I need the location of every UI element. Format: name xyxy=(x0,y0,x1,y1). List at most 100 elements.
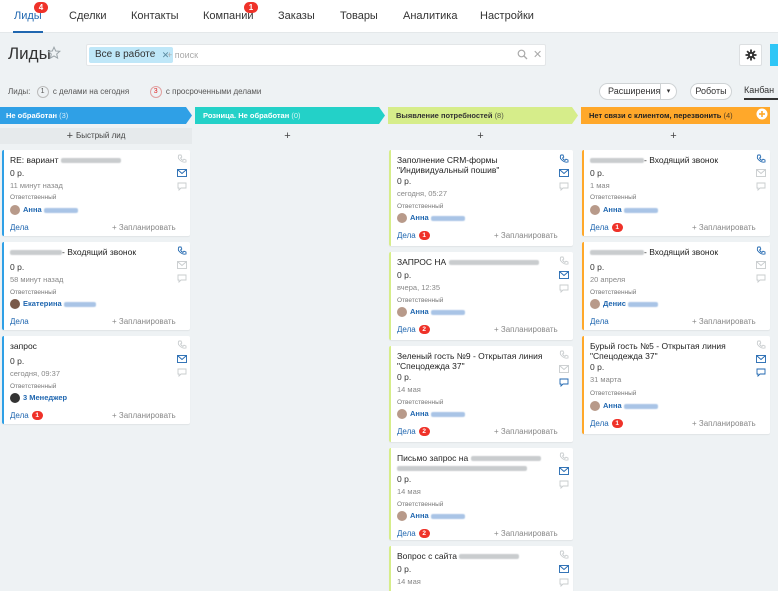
plan-activity-link[interactable]: + Запланировать xyxy=(692,223,756,232)
lead-card[interactable]: Заполнение CRM-формы "Индивидуальный пош… xyxy=(389,150,573,246)
add-button-edge[interactable] xyxy=(770,44,778,66)
nav-item-analytics[interactable]: Аналитика xyxy=(403,0,457,33)
lead-card[interactable]: Письмо запрос на 0 р. 14 мая Ответственн… xyxy=(389,448,573,540)
plan-activity-link[interactable]: + Запланировать xyxy=(112,317,176,326)
overdue-count[interactable]: 3 xyxy=(149,86,162,98)
lead-card[interactable]: - Входящий звонок 0 р. 58 минут назад От… xyxy=(2,242,190,330)
nav-item-settings[interactable]: Настройки xyxy=(480,0,534,33)
deals-link[interactable]: Дела 1 xyxy=(590,418,623,430)
chat-icon[interactable] xyxy=(756,368,766,377)
phone-icon[interactable] xyxy=(559,154,569,164)
clear-icon[interactable]: ✕ xyxy=(533,48,542,61)
phone-icon[interactable] xyxy=(177,340,187,350)
phone-icon[interactable] xyxy=(559,452,569,462)
mail-icon[interactable] xyxy=(559,271,569,279)
add-item-button[interactable]: + xyxy=(581,128,769,144)
chat-icon[interactable] xyxy=(559,480,569,489)
deals-link[interactable]: Дела xyxy=(10,222,29,234)
lead-card[interactable]: - Входящий звонок 0 р. 20 апреля Ответст… xyxy=(582,242,770,330)
plan-activity-link[interactable]: + Запланировать xyxy=(494,325,558,334)
filter-search-box[interactable]: Все в работе ✕ ✕ xyxy=(86,44,546,66)
chat-icon[interactable] xyxy=(756,182,766,191)
today-count[interactable]: 1 xyxy=(36,86,49,98)
nav-item-contacts[interactable]: Контакты xyxy=(131,0,179,33)
deals-link[interactable]: Дела 2 xyxy=(397,528,430,540)
responsible-user[interactable]: Анна xyxy=(397,306,465,318)
phone-icon[interactable] xyxy=(756,154,766,164)
mail-icon[interactable] xyxy=(756,169,766,177)
chat-icon[interactable] xyxy=(559,284,569,293)
chat-icon[interactable] xyxy=(559,578,569,587)
mail-icon[interactable] xyxy=(177,261,187,269)
lead-title[interactable]: запрос xyxy=(10,341,160,351)
lead-title[interactable]: Заполнение CRM-формы "Индивидуальный пош… xyxy=(397,155,547,175)
lead-card[interactable]: Вопрос с сайта 0 р. 14 мая xyxy=(389,546,573,591)
settings-button[interactable] xyxy=(739,44,762,66)
responsible-user[interactable]: Денис xyxy=(590,298,659,310)
plan-activity-link[interactable]: + Запланировать xyxy=(494,427,558,436)
deals-link[interactable]: Дела 1 xyxy=(397,230,430,242)
mail-icon[interactable] xyxy=(177,355,187,363)
chat-icon[interactable] xyxy=(177,368,187,377)
star-icon[interactable] xyxy=(47,46,61,60)
extensions-button[interactable]: Расширения ▾ xyxy=(599,83,677,100)
column-header-retail[interactable]: Розница. Не обработан (0) xyxy=(197,107,379,124)
lead-title[interactable]: - Входящий звонок xyxy=(10,247,160,257)
phone-icon[interactable] xyxy=(559,550,569,560)
phone-icon[interactable] xyxy=(559,350,569,360)
phone-icon[interactable] xyxy=(756,340,766,350)
lead-title[interactable]: Зеленый гость №9 - Открытая линия "Спецо… xyxy=(397,351,547,371)
lead-card[interactable]: Бурый гость №5 - Открытая линия "Спецоде… xyxy=(582,336,770,434)
lead-card[interactable]: ЗАПРОС НА 0 р. вчера, 12:35 Ответственны… xyxy=(389,252,573,340)
plan-activity-link[interactable]: + Запланировать xyxy=(494,231,558,240)
lead-card[interactable]: Зеленый гость №9 - Открытая линия "Спецо… xyxy=(389,346,573,442)
phone-icon[interactable] xyxy=(559,256,569,266)
deals-link[interactable]: Дела 2 xyxy=(397,426,430,438)
deals-link[interactable]: Дела 1 xyxy=(10,410,43,422)
deals-link[interactable]: Дела xyxy=(10,316,29,328)
add-column-icon[interactable] xyxy=(756,108,768,120)
phone-icon[interactable] xyxy=(756,246,766,256)
deals-link[interactable]: Дела 1 xyxy=(590,222,623,234)
mail-icon[interactable] xyxy=(559,169,569,177)
mail-icon[interactable] xyxy=(559,565,569,573)
lead-title[interactable]: ЗАПРОС НА xyxy=(397,257,547,267)
add-item-button[interactable]: + xyxy=(388,128,576,144)
plan-activity-link[interactable]: + Запланировать xyxy=(494,529,558,538)
plan-activity-link[interactable]: + Запланировать xyxy=(112,411,176,420)
lead-title[interactable]: Бурый гость №5 - Открытая линия "Спецоде… xyxy=(590,341,740,361)
chat-icon[interactable] xyxy=(756,274,766,283)
deals-link[interactable]: Дела 2 xyxy=(397,324,430,336)
responsible-user[interactable]: Анна xyxy=(397,510,465,522)
lead-card[interactable]: RE: вариант 0 р. 11 минут назад Ответств… xyxy=(2,150,190,236)
lead-title[interactable]: - Входящий звонок xyxy=(590,247,740,257)
kanban-view-tab[interactable]: Канбан xyxy=(744,83,778,100)
column-header-needs[interactable]: Выявление потребностей (8) xyxy=(390,107,572,124)
column-header-no-contact[interactable]: Нет связи с клиентом, перезвонить (4) xyxy=(583,107,753,124)
quick-lead-button[interactable]: + Быстрый лид xyxy=(0,128,192,144)
mail-icon[interactable] xyxy=(559,467,569,475)
nav-item-deals[interactable]: Сделки xyxy=(69,0,107,33)
nav-item-products[interactable]: Товары xyxy=(340,0,378,33)
lead-title[interactable]: RE: вариант xyxy=(10,155,160,165)
plan-activity-link[interactable]: + Запланировать xyxy=(692,419,756,428)
chat-icon[interactable] xyxy=(559,182,569,191)
lead-title[interactable]: Вопрос с сайта xyxy=(397,551,547,561)
responsible-user[interactable]: Анна xyxy=(10,204,78,216)
chevron-down-icon[interactable]: ▾ xyxy=(660,84,676,99)
phone-icon[interactable] xyxy=(177,154,187,164)
chat-icon[interactable] xyxy=(559,378,569,387)
responsible-user[interactable]: Екатерина xyxy=(10,298,96,310)
responsible-user[interactable]: Анна xyxy=(590,400,658,412)
lead-title[interactable]: Письмо запрос на xyxy=(397,453,547,473)
phone-icon[interactable] xyxy=(177,246,187,256)
add-item-button[interactable]: + xyxy=(195,128,383,144)
lead-title[interactable]: - Входящий звонок xyxy=(590,155,740,165)
search-icon[interactable] xyxy=(517,49,528,60)
lead-card[interactable]: - Входящий звонок 0 р. 1 мая Ответственн… xyxy=(582,150,770,236)
mail-icon[interactable] xyxy=(756,261,766,269)
column-header-not-processed[interactable]: Не обработан (3) xyxy=(0,107,186,124)
responsible-user[interactable]: Анна xyxy=(397,212,465,224)
lead-card[interactable]: запрос 0 р. сегодня, 09:37 Ответственный… xyxy=(2,336,190,424)
robots-button[interactable]: Роботы xyxy=(690,83,732,100)
